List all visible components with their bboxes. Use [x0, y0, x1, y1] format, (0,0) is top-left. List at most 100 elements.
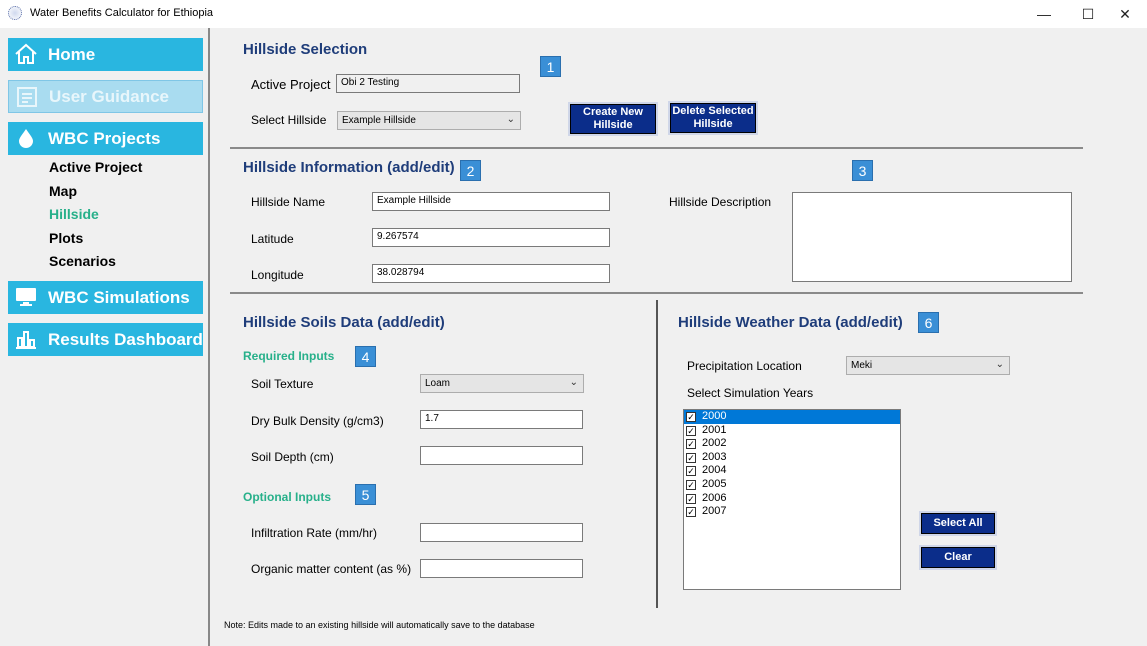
infiltration-rate-label: Infiltration Rate (mm/hr) — [251, 526, 378, 540]
divider — [230, 292, 1083, 294]
year-label: 2003 — [702, 450, 727, 463]
select-all-button[interactable]: Select All — [921, 513, 995, 534]
window-title: Water Benefits Calculator for Ethiopia — [30, 7, 214, 19]
hillside-description-label: Hillside Description — [669, 195, 772, 209]
checkbox-checked-icon[interactable]: ✓ — [686, 452, 696, 463]
home-icon — [15, 43, 37, 64]
year-list-item[interactable]: ✓ 2000 — [684, 410, 900, 424]
sidebar-item-active-project[interactable]: Active Project — [49, 159, 142, 175]
sidebar-item-scenarios[interactable]: Scenarios — [49, 253, 116, 269]
checkbox-checked-icon[interactable]: ✓ — [686, 479, 696, 490]
active-project-field: Obi 2 Testing — [336, 74, 520, 93]
checkbox-checked-icon[interactable]: ✓ — [686, 466, 696, 477]
create-new-hillside-button[interactable]: Create New Hillside — [570, 104, 656, 134]
organic-matter-label: Organic matter content (as %) — [251, 562, 412, 576]
sidebar-item-hillside[interactable]: Hillside — [49, 206, 99, 222]
hillside-selection-heading: Hillside Selection — [243, 41, 368, 58]
organic-matter-input[interactable] — [420, 559, 583, 578]
chevron-down-icon: ⌄ — [506, 114, 515, 125]
step-badge-2: 2 — [460, 160, 481, 181]
hillside-name-input[interactable]: Example Hillside — [372, 192, 610, 211]
simulation-years-list[interactable]: ✓ 2000 ✓ 2001 ✓ 2002 ✓ 2003 ✓ 2004 ✓ 2005 ✓ 2006 ✓ 2007 — [683, 409, 901, 590]
water-drop-icon — [19, 129, 33, 148]
soil-texture-label: Soil Texture — [251, 377, 314, 391]
step-badge-6: 6 — [918, 312, 939, 333]
autosave-note: Note: Edits made to an existing hillside… — [224, 620, 535, 630]
year-label: 2001 — [702, 423, 727, 436]
clear-button[interactable]: Clear — [921, 547, 995, 568]
precipitation-location-value: Meki — [851, 360, 873, 371]
optional-inputs-label: Optional Inputs — [243, 490, 331, 504]
year-list-item[interactable]: ✓ 2005 — [684, 478, 900, 492]
minimize-button[interactable]: — — [1022, 0, 1066, 28]
delete-selected-hillside-button[interactable]: Delete Selected Hillside — [670, 103, 756, 133]
nav-wbc-projects-label: WBC Projects — [48, 128, 161, 148]
checkbox-checked-icon[interactable]: ✓ — [686, 507, 696, 518]
nav-wbc-projects-button[interactable]: WBC Projects — [8, 122, 203, 155]
year-list-item[interactable]: ✓ 2001 — [684, 424, 900, 438]
step-badge-3: 3 — [852, 160, 873, 181]
nav-results-dashboard-button[interactable]: Results Dashboard — [8, 323, 203, 356]
nav-user-guidance-label: User Guidance — [49, 86, 169, 106]
checkbox-checked-icon[interactable]: ✓ — [686, 493, 696, 504]
latitude-label: Latitude — [251, 232, 294, 246]
title-bar: Water Benefits Calculator for Ethiopia —… — [0, 0, 1147, 28]
year-list-item[interactable]: ✓ 2007 — [684, 505, 900, 519]
dry-bulk-density-input[interactable]: 1.7 — [420, 410, 583, 429]
hillside-name-label: Hillside Name — [251, 195, 326, 209]
year-label: 2000 — [702, 410, 727, 422]
sidebar-item-plots[interactable]: Plots — [49, 230, 83, 246]
app-icon — [8, 6, 22, 20]
step-badge-5: 5 — [355, 484, 376, 505]
year-label: 2005 — [702, 477, 727, 490]
soil-depth-input[interactable] — [420, 446, 583, 465]
active-project-label: Active Project — [251, 77, 331, 92]
monitor-icon — [16, 288, 36, 306]
weather-heading: Hillside Weather Data (add/edit) — [678, 314, 903, 331]
sidebar-item-map[interactable]: Map — [49, 183, 77, 199]
required-inputs-label: Required Inputs — [243, 349, 335, 363]
year-list-item[interactable]: ✓ 2003 — [684, 451, 900, 465]
simulation-years-label: Select Simulation Years — [687, 386, 814, 400]
checkbox-checked-icon[interactable]: ✓ — [686, 439, 696, 450]
nav-home-button[interactable]: Home — [8, 38, 203, 71]
vertical-divider — [656, 300, 658, 608]
precipitation-location-label: Precipitation Location — [687, 359, 802, 373]
nav-wbc-simulations-button[interactable]: WBC Simulations — [8, 281, 203, 314]
nav-home-label: Home — [48, 44, 96, 64]
nav-user-guidance-button[interactable]: User Guidance — [8, 80, 203, 113]
year-label: 2002 — [702, 437, 727, 450]
year-list-item[interactable]: ✓ 2004 — [684, 464, 900, 478]
sidebar: Home User Guidance WBC Projects Active P… — [0, 28, 210, 646]
precipitation-location-dropdown[interactable]: Meki ⌄ — [846, 356, 1010, 375]
select-hillside-label: Select Hillside — [251, 113, 327, 127]
step-badge-1: 1 — [540, 56, 561, 77]
checkbox-checked-icon[interactable]: ✓ — [686, 412, 696, 422]
hillside-description-input[interactable] — [792, 192, 1072, 282]
soils-heading: Hillside Soils Data (add/edit) — [243, 314, 445, 331]
soil-texture-value: Loam — [425, 378, 451, 389]
hillside-information-heading: Hillside Information (add/edit) — [243, 159, 455, 176]
year-list-item[interactable]: ✓ 2002 — [684, 437, 900, 451]
year-list-item[interactable]: ✓ 2006 — [684, 492, 900, 506]
close-button[interactable]: ✕ — [1103, 0, 1147, 28]
bar-chart-icon — [16, 331, 36, 349]
year-label: 2004 — [702, 464, 727, 477]
step-badge-4: 4 — [355, 346, 376, 367]
nav-wbc-simulations-label: WBC Simulations — [48, 287, 190, 307]
select-hillside-dropdown[interactable]: Example Hillside ⌄ — [337, 111, 521, 130]
year-label: 2006 — [702, 491, 727, 504]
divider — [230, 147, 1083, 149]
infiltration-rate-input[interactable] — [420, 523, 583, 542]
nav-results-dashboard-label: Results Dashboard — [48, 329, 203, 349]
soil-depth-label: Soil Depth (cm) — [251, 450, 334, 464]
longitude-input[interactable]: 38.028794 — [372, 264, 610, 283]
latitude-input[interactable]: 9.267574 — [372, 228, 610, 247]
chevron-down-icon: ⌄ — [995, 359, 1004, 370]
longitude-label: Longitude — [251, 268, 304, 282]
year-label: 2007 — [702, 505, 727, 518]
checkbox-checked-icon[interactable]: ✓ — [686, 425, 696, 436]
select-hillside-value: Example Hillside — [342, 115, 416, 126]
dry-bulk-density-label: Dry Bulk Density (g/cm3) — [251, 414, 384, 428]
soil-texture-dropdown[interactable]: Loam ⌄ — [420, 374, 584, 393]
